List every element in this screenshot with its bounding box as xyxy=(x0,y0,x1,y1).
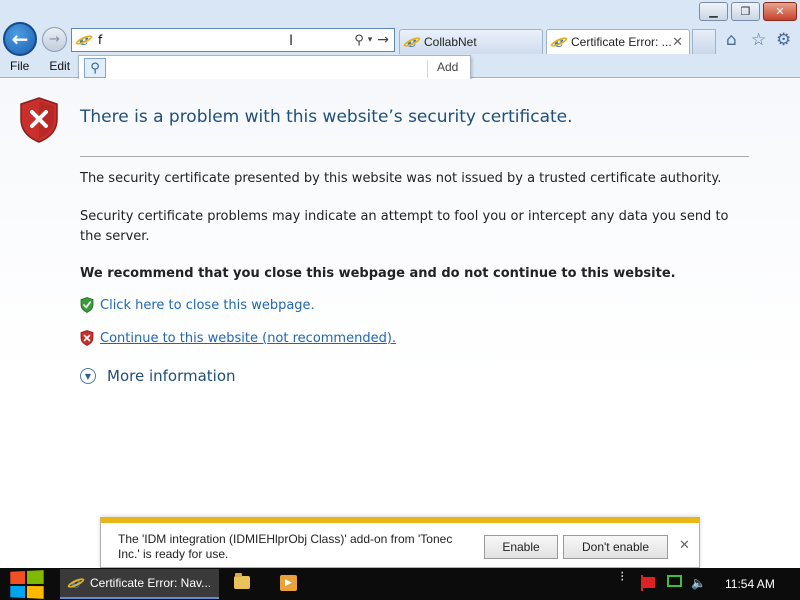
taskbar: e Certificate Error: Nav... ▶ ⁝ 🔈 11:54 … xyxy=(0,568,800,600)
notification-message: The 'IDM integration (IDMIEHlprObj Class… xyxy=(118,532,453,561)
gear-icon[interactable]: ⚙ xyxy=(776,30,791,50)
menu-file[interactable]: File xyxy=(0,58,39,76)
maximize-button[interactable]: ❐ xyxy=(731,2,760,21)
chevron-down-icon[interactable]: ▾ xyxy=(368,35,373,45)
tray-overflow-icon[interactable]: ⁝ xyxy=(620,570,624,584)
address-input[interactable]: f xyxy=(98,33,354,47)
address-bar[interactable]: e f I ⚲ ▾ → xyxy=(71,28,395,52)
menu-edit[interactable]: Edit xyxy=(39,58,80,76)
security-error-shield-icon xyxy=(20,97,58,143)
close-webpage-link[interactable]: Click here to close this webpage. xyxy=(80,297,315,313)
more-information-toggle[interactable]: ▼ More information xyxy=(80,367,236,385)
address-suggestion-dropdown: ⚲ Add xyxy=(78,55,471,81)
page-content: There is a problem with this website’s s… xyxy=(0,79,800,568)
page-title: There is a problem with this website’s s… xyxy=(80,107,573,127)
enable-button[interactable]: Enable xyxy=(484,535,558,559)
go-arrow-icon[interactable]: → xyxy=(377,32,389,48)
more-information-label[interactable]: More information xyxy=(107,367,236,385)
taskbar-ie-window[interactable]: e Certificate Error: Nav... xyxy=(60,569,219,599)
green-shield-check-icon xyxy=(80,297,94,313)
tab-label: CollabNet xyxy=(424,35,477,49)
ie-icon: e xyxy=(402,34,422,50)
home-icon[interactable]: ⌂ xyxy=(726,30,737,50)
network-icon[interactable] xyxy=(667,575,682,587)
red-shield-x-icon xyxy=(80,330,94,346)
media-player-icon[interactable]: ▶ xyxy=(280,575,297,591)
file-explorer-icon[interactable] xyxy=(234,573,250,589)
ie-icon: e xyxy=(549,34,569,50)
tab-label: Certificate Error: ... xyxy=(571,35,672,49)
menu-bar: File Edit xyxy=(0,58,80,76)
expand-chevron-icon[interactable]: ▼ xyxy=(80,368,96,384)
continue-to-website-link[interactable]: Continue to this website (not recommende… xyxy=(80,330,396,346)
tab-certificate-error[interactable]: e Certificate Error: ... ✕ xyxy=(546,29,690,54)
add-search-provider-button[interactable]: Add xyxy=(437,60,458,74)
search-icon[interactable]: ⚲ xyxy=(354,33,364,48)
warning-paragraph: Security certificate problems may indica… xyxy=(80,209,729,244)
start-button[interactable] xyxy=(10,570,44,599)
close-tab-icon[interactable]: ✕ xyxy=(672,34,683,50)
divider xyxy=(427,60,428,78)
clock[interactable]: 11:54 AM xyxy=(725,577,775,591)
description-paragraph: The security certificate presented by th… xyxy=(80,171,722,186)
back-button[interactable]: ← xyxy=(3,22,37,56)
new-tab-button[interactable] xyxy=(692,29,716,54)
close-window-button[interactable]: ✕ xyxy=(763,2,797,21)
action-center-flag-icon[interactable] xyxy=(641,575,655,591)
volume-muted-icon[interactable]: 🔈 xyxy=(691,576,706,590)
close-webpage-link-label[interactable]: Click here to close this webpage. xyxy=(100,298,315,313)
favorites-star-icon[interactable]: ☆ xyxy=(751,30,766,50)
recommendation-text: We recommend that you close this webpage… xyxy=(80,266,676,281)
text-cursor-icon: I xyxy=(289,33,294,49)
close-icon[interactable]: ✕ xyxy=(679,538,690,553)
continue-link-label[interactable]: Continue to this website (not recommende… xyxy=(100,331,396,346)
divider xyxy=(80,156,749,157)
forward-button[interactable]: → xyxy=(42,27,67,52)
dont-enable-button[interactable]: Don't enable xyxy=(563,535,668,559)
search-icon[interactable]: ⚲ xyxy=(84,58,106,78)
tab-collabnet[interactable]: e CollabNet xyxy=(399,29,543,54)
ie-icon: e xyxy=(74,32,94,48)
addon-notification-bar: The 'IDM integration (IDMIEHlprObj Class… xyxy=(100,517,700,568)
taskbar-window-label: Certificate Error: Nav... xyxy=(90,576,212,590)
ie-icon: e xyxy=(66,575,86,591)
minimize-button[interactable]: ▁ xyxy=(699,2,728,21)
